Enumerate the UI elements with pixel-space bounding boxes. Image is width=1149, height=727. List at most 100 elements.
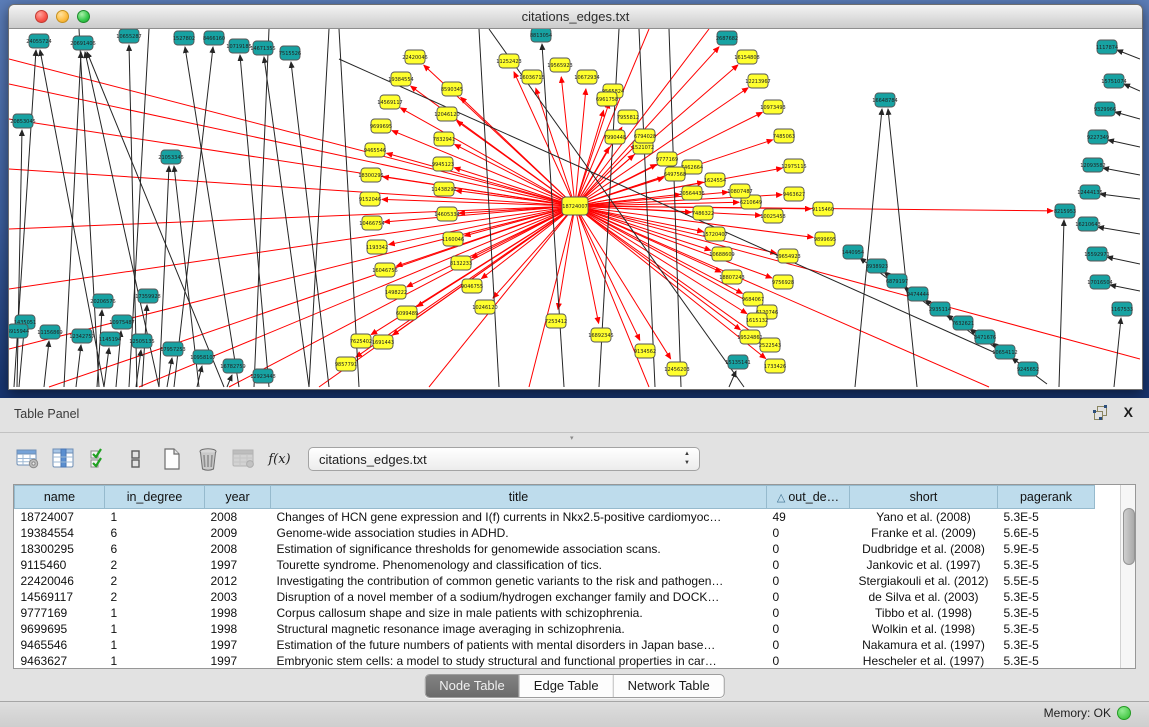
function-builder-icon[interactable]: f(x)	[266, 446, 293, 473]
citation-edge[interactable]	[392, 131, 575, 206]
citation-edge[interactable]	[254, 29, 269, 387]
column-header-pagerank[interactable]: pagerank	[998, 486, 1095, 509]
citation-edge[interactable]	[575, 206, 599, 323]
column-header-short[interactable]: short	[850, 486, 998, 509]
column-header-name[interactable]: name	[15, 486, 105, 509]
panel-resize-grip[interactable]: ▾	[570, 436, 580, 441]
table-row[interactable]: 946554611997Estimation of the future num…	[15, 637, 1095, 653]
network-view-window: citations_edges.txt 18724007224200461938…	[8, 4, 1143, 390]
graph-node-label: 9329966	[1094, 107, 1116, 113]
table-cell: 0	[767, 637, 850, 653]
graph-node-label: 7486322	[692, 211, 714, 217]
graph-node-label: 22420046	[402, 55, 427, 61]
citation-edge[interactable]	[17, 130, 22, 387]
citation-edge[interactable]	[454, 168, 575, 206]
citation-edge[interactable]	[479, 29, 499, 387]
show-columns-checklist-icon[interactable]	[86, 446, 113, 473]
table-row[interactable]: 969969511998Structural magnetic resonanc…	[15, 621, 1095, 637]
delete-column-trash-icon[interactable]	[194, 446, 221, 473]
citation-edge[interactable]	[309, 29, 329, 387]
column-header-year[interactable]: year	[205, 486, 271, 509]
table-cell: 0	[767, 621, 850, 637]
table-row[interactable]: 1872400712008Changes of HCN gene express…	[15, 509, 1095, 526]
table-cell: 5.6E-5	[998, 525, 1095, 541]
new-column-icon[interactable]	[158, 446, 185, 473]
close-panel-icon[interactable]: X	[1124, 405, 1133, 420]
citation-edge[interactable]	[1107, 257, 1140, 264]
citation-edge[interactable]	[1059, 220, 1064, 387]
citation-edge[interactable]	[129, 29, 149, 387]
citation-edge[interactable]	[729, 371, 736, 387]
scrollbar-thumb[interactable]	[1123, 508, 1135, 565]
table-cell: Stergiakouli et al. (2012)	[850, 573, 998, 589]
citation-edge[interactable]	[558, 206, 575, 309]
citation-edge[interactable]	[49, 206, 575, 387]
graph-node-label: 1440954	[842, 250, 864, 256]
citation-edge[interactable]	[264, 57, 309, 387]
citation-edge[interactable]	[1110, 285, 1140, 291]
network-canvas[interactable]: 1872400722420046193845541456911796996959…	[9, 29, 1140, 388]
citation-edge[interactable]	[1117, 50, 1140, 59]
column-header-in_degree[interactable]: in_degree	[105, 486, 205, 509]
float-panel-icon[interactable]	[1093, 405, 1108, 420]
status-bar: Memory: OK	[0, 701, 1149, 727]
graph-node-label: 14569117	[377, 100, 402, 106]
minimize-window-button[interactable]	[56, 10, 69, 23]
graph-node-label: 9699695	[370, 124, 392, 130]
graph-node-label: 18300295	[358, 173, 383, 179]
graph-node-label: 10807487	[727, 189, 752, 195]
table-row[interactable]: 911546021997Tourette syndrome. Phenomeno…	[15, 557, 1095, 573]
tab-edge-table[interactable]: Edge Table	[519, 675, 613, 697]
table-settings-icon[interactable]	[14, 446, 41, 473]
column-header-title[interactable]: title	[271, 486, 767, 509]
citation-network-graph[interactable]: 1872400722420046193845541456911796996959…	[9, 29, 1140, 388]
citation-edge[interactable]	[575, 206, 1140, 359]
tab-network-table[interactable]: Network Table	[613, 675, 724, 697]
citation-edge[interactable]	[1103, 168, 1140, 175]
zoom-window-button[interactable]	[77, 10, 90, 23]
graph-node-label: 20564436	[679, 191, 704, 197]
table-select-dropdown[interactable]: citations_edges.txt ▲▼	[308, 447, 700, 471]
citation-edge[interactable]	[291, 62, 329, 387]
citation-edge[interactable]	[514, 72, 575, 206]
close-window-button[interactable]	[35, 10, 48, 23]
select-column-icon[interactable]	[50, 446, 77, 473]
table-row[interactable]: 977716911998Corpus callosum shape and si…	[15, 605, 1095, 621]
graph-node-label: 9152046	[359, 197, 381, 203]
citation-edge[interactable]	[575, 29, 709, 206]
sort-asc-icon: △	[777, 492, 785, 504]
table-row[interactable]: 2242004622012Investigating the contribut…	[15, 573, 1095, 589]
citation-edge[interactable]	[639, 29, 655, 387]
table-cell: 9463627	[15, 653, 105, 669]
table-row[interactable]: 1830029562008Estimation of significance …	[15, 541, 1095, 557]
citation-edge[interactable]	[481, 206, 575, 279]
citation-edge[interactable]	[227, 375, 232, 387]
table-cell: 1	[105, 509, 205, 526]
citation-edge[interactable]	[167, 358, 172, 387]
citation-edge[interactable]	[1115, 112, 1140, 119]
memory-status-indicator[interactable]	[1117, 706, 1131, 720]
table-cell: 1	[105, 653, 205, 669]
citation-edge[interactable]	[1100, 194, 1140, 199]
vertical-scrollbar[interactable]	[1120, 485, 1135, 668]
citation-edge[interactable]	[1098, 227, 1140, 234]
citation-edge[interactable]	[97, 310, 102, 387]
citation-edge[interactable]	[19, 331, 24, 387]
table-row[interactable]: 1938455462009Genome-wide association stu…	[15, 525, 1095, 541]
table-row[interactable]: 946362711997Embryonic stem cells: a mode…	[15, 653, 1095, 669]
citation-edge[interactable]	[888, 109, 917, 387]
citation-edge[interactable]	[44, 341, 49, 387]
graph-node-label: 10975487	[109, 320, 134, 326]
table-row[interactable]: 1456911722003Disruption of a novel membe…	[15, 589, 1095, 605]
row-height-icon[interactable]	[122, 446, 149, 473]
window-titlebar[interactable]: citations_edges.txt	[9, 5, 1142, 29]
citation-edge[interactable]	[1124, 84, 1140, 91]
tab-node-table[interactable]: Node Table	[425, 675, 519, 697]
citation-edge[interactable]	[240, 55, 269, 387]
column-header-out_de[interactable]: △out_de…	[767, 486, 850, 509]
graph-node-label: 9115460	[812, 207, 834, 213]
citation-edge[interactable]	[1108, 140, 1140, 147]
citation-edge[interactable]	[9, 206, 575, 289]
citation-edge[interactable]	[76, 345, 81, 387]
citation-edge[interactable]	[339, 29, 359, 387]
